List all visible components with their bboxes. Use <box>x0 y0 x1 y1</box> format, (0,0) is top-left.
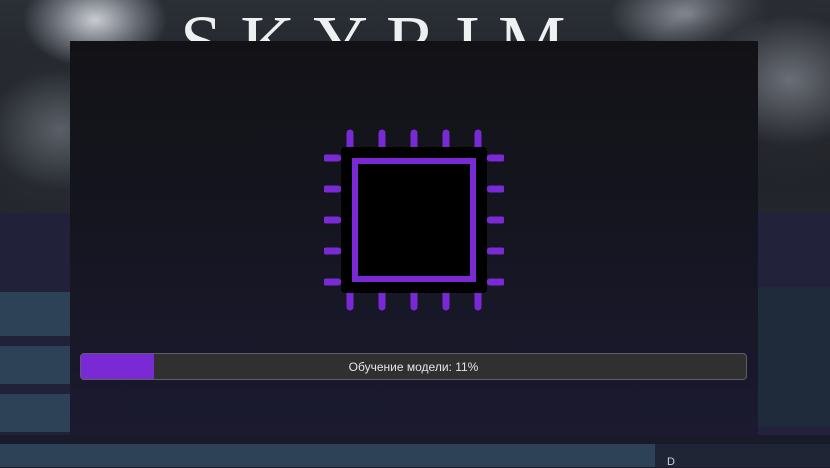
training-modal: Обучение модели: 11% <box>70 41 758 435</box>
bottom-right-panel: D <box>655 444 830 468</box>
banner-title: SKYRIM <box>180 3 650 43</box>
side-panel <box>758 287 830 427</box>
progress-label: Обучение модели: 11% <box>348 359 479 374</box>
list-item[interactable] <box>0 292 70 336</box>
list-item[interactable] <box>0 394 70 432</box>
bottom-right-text: D <box>667 456 675 468</box>
list-item[interactable] <box>0 346 70 384</box>
training-progress-bar: Обучение модели: 11% <box>80 353 747 380</box>
divider <box>0 435 830 444</box>
bottom-bar[interactable] <box>0 444 655 467</box>
banner-title-text: SKYRIM <box>180 5 650 43</box>
brain-chip-icon <box>324 129 504 311</box>
